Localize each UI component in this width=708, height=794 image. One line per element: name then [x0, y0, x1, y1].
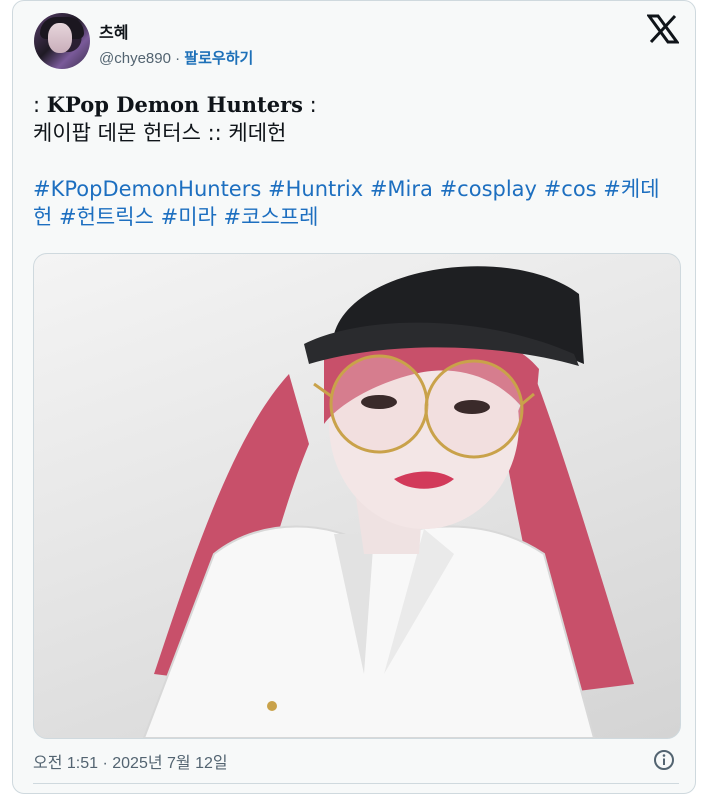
hashtag[interactable]: #케데 — [603, 177, 659, 201]
divider — [33, 783, 679, 784]
hashtag[interactable]: 헌 — [33, 205, 52, 229]
avatar-face — [48, 23, 72, 53]
line1-prefix: : — [33, 93, 47, 117]
avatar[interactable] — [34, 13, 90, 69]
hashtag[interactable]: #KPopDemonHunters — [33, 177, 261, 201]
x-logo-icon[interactable] — [647, 14, 679, 44]
hashtag[interactable]: #Mira — [370, 177, 433, 201]
user-handle[interactable]: @chye890 — [99, 50, 171, 67]
hashtag[interactable]: #cos — [544, 177, 597, 201]
photo-illustration — [142, 266, 634, 738]
hashtag[interactable]: #코스프레 — [224, 205, 319, 229]
tweet-line-2: 케이팝 데몬 헌터스 :: 케데헌 — [33, 121, 287, 145]
hashtag-line-1: #KPopDemonHunters #Huntrix #Mira #cospla… — [33, 175, 683, 203]
follow-button[interactable]: 팔로우하기 — [184, 50, 253, 67]
hashtag[interactable]: #헌트릭스 — [59, 205, 154, 229]
tweet-photo[interactable] — [33, 253, 681, 739]
tweet-line-1: : KPop Demon Hunters : — [33, 91, 683, 119]
tweet-timestamp[interactable]: 오전 1:51 · 2025년 7월 12일 — [33, 749, 228, 773]
hashtag-line-2: 헌 #헌트릭스 #미라 #코스프레 — [33, 203, 683, 231]
hashtag[interactable]: #Huntrix — [268, 177, 363, 201]
hashtag[interactable]: #cosplay — [440, 177, 537, 201]
handle-row: @chye890 · 팔로우하기 — [99, 47, 253, 68]
line1-suffix: : — [302, 93, 317, 117]
handle-separator: · — [175, 50, 181, 67]
display-name[interactable]: 츠혜 — [99, 19, 128, 43]
line1-title: KPop Demon Hunters — [46, 92, 303, 117]
hashtag[interactable]: #미라 — [161, 205, 217, 229]
tweet-card: 츠혜 @chye890 · 팔로우하기 : KPop Demon Hunters… — [12, 0, 696, 794]
tweet-text: : KPop Demon Hunters : 케이팝 데몬 헌터스 :: 케데헌… — [33, 91, 683, 231]
info-icon[interactable] — [653, 749, 675, 771]
